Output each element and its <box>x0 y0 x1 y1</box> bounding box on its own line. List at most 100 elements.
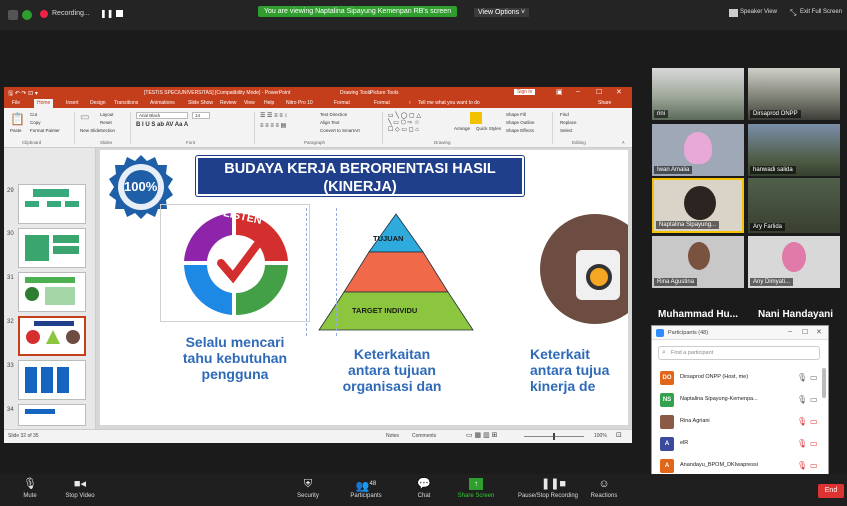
microphone-icon[interactable]: 🎙 <box>797 395 807 404</box>
font-name-select[interactable]: Arial Black <box>136 112 188 119</box>
new-slide-button[interactable]: New Slide <box>80 128 100 133</box>
zoom-level[interactable]: 100% <box>594 433 607 439</box>
shape-fill-button[interactable]: Shape Fill <box>506 112 526 117</box>
slide-thumbnail[interactable] <box>18 404 86 426</box>
tab-format-drawing[interactable]: Format <box>334 100 350 106</box>
view-options-button[interactable]: View Options ˅ <box>474 8 530 17</box>
end-meeting-button[interactable]: End <box>818 484 844 498</box>
tab-file[interactable]: File <box>12 100 20 106</box>
microphone-muted-icon[interactable]: 🎙 <box>797 439 807 448</box>
text-direction-button[interactable]: Text Direction <box>320 112 347 117</box>
tab-nitro[interactable]: Nitro Pro 10 <box>286 100 313 106</box>
arrange-button[interactable]: Arrange <box>454 126 470 131</box>
tab-design[interactable]: Design <box>90 100 106 106</box>
exit-full-screen-button[interactable]: Exit Full Screen <box>800 9 842 15</box>
shapes-gallery-icon[interactable]: ▭ ╲ ◯ ▢ △ ╲ ▭ ⬡ ⇨ ☆ ☐ ◇ ▭ ◻ ⌂ <box>388 112 421 133</box>
video-tile[interactable]: Iwan Amalia <box>652 124 744 176</box>
font-size-select[interactable]: 14 <box>192 112 210 119</box>
cut-button[interactable]: Cut <box>30 112 37 117</box>
participant-row[interactable]: A Anandayu_BPOM_DKIwapressi 🎙 ▭ <box>652 456 828 476</box>
shape-effects-button[interactable]: Shape Effects <box>506 128 534 133</box>
video-tile[interactable]: Rina Agustina <box>652 236 744 288</box>
target-pyramid[interactable]: TUJUAN TARGET INDIVIDU <box>316 212 476 332</box>
shield-icon[interactable] <box>22 10 32 20</box>
participant-row[interactable]: NS Naptalina Sipayung-Kemenpa... 🎙 ▭ <box>652 390 828 410</box>
tab-view[interactable]: View <box>244 100 255 106</box>
paragraph-icons[interactable]: ☰ ☰ ≡ ≡ ↕ <box>260 112 287 119</box>
video-tile[interactable]: Dirsaprod ONPP <box>748 68 840 120</box>
tab-slide-show[interactable]: Slide Show <box>188 100 213 106</box>
slide-thumbnail[interactable] <box>18 360 86 400</box>
reset-button[interactable]: Reset <box>100 120 112 125</box>
copy-button[interactable]: Copy <box>30 120 41 125</box>
minimize-icon[interactable]: – <box>788 328 792 335</box>
current-slide[interactable]: 100% BUDAYA KERJA BERORIENTASI HASIL (KI… <box>100 150 628 425</box>
tab-home[interactable]: Home <box>34 99 54 108</box>
find-button[interactable]: Find <box>560 112 569 117</box>
quick-styles-icon[interactable] <box>470 112 482 124</box>
layout-button[interactable]: Layout <box>100 112 114 117</box>
stop-video-button[interactable]: ■◂ Stop Video <box>50 476 110 499</box>
select-button[interactable]: Select <box>560 128 573 133</box>
speaker-view-button[interactable]: Speaker View <box>740 9 777 15</box>
quick-styles-button[interactable]: Quick Styles <box>476 126 501 131</box>
comments-button[interactable]: Comments <box>412 433 436 439</box>
video-tile[interactable]: rini <box>652 68 744 120</box>
participants-button[interactable]: 👥48 Participants <box>336 476 396 499</box>
video-tile[interactable]: Ary Farlida <box>748 178 840 233</box>
info-icon[interactable] <box>8 10 18 20</box>
close-icon[interactable]: ✕ <box>816 328 822 336</box>
paste-icon[interactable]: 📋 <box>10 112 25 126</box>
slide-thumbnail[interactable] <box>18 228 86 268</box>
slide-editing-area[interactable]: 100% BUDAYA KERJA BERORIENTASI HASIL (KI… <box>96 148 632 429</box>
pause-recording-icon[interactable]: ❚❚ <box>100 9 113 18</box>
shape-outline-button[interactable]: Shape Outline <box>506 120 535 125</box>
stop-recording-icon[interactable] <box>116 10 123 17</box>
security-button[interactable]: ⛨ Security <box>278 476 338 499</box>
video-tile[interactable]: hanwadi salida <box>748 124 840 176</box>
listen-graphic-frame[interactable]: LISTEN UNDERSTAND HEAR <box>160 204 311 322</box>
reactions-button[interactable]: ☺ Reactions <box>574 476 634 499</box>
maximize-icon[interactable]: ☐ <box>596 88 602 96</box>
video-tile-active-speaker[interactable]: Naptalina Sipayung... <box>652 178 744 233</box>
participant-row[interactable]: A elR 🎙 ▭ <box>652 434 828 454</box>
tab-review[interactable]: Review <box>220 100 236 106</box>
participant-search-input[interactable]: ⌕ Find a participant <box>658 346 820 360</box>
microphone-muted-icon[interactable]: 🎙 <box>797 417 807 426</box>
minimize-icon[interactable]: – <box>576 88 580 95</box>
participant-row[interactable]: Rina Agriani 🎙 ▭ <box>652 412 828 432</box>
tab-animations[interactable]: Animations <box>150 100 175 106</box>
new-slide-icon[interactable]: ▭ <box>80 112 89 123</box>
notes-button[interactable]: Notes <box>386 433 399 439</box>
replace-button[interactable]: Replace <box>560 120 577 125</box>
share-button[interactable]: Share <box>598 100 611 106</box>
microphone-muted-icon[interactable]: 🎙 <box>797 461 807 470</box>
convert-smartart-button[interactable]: Convert to SmartArt <box>320 128 360 133</box>
camera-off-icon[interactable]: ▭ <box>810 417 818 426</box>
collapse-ribbon-icon[interactable]: ˄ <box>622 140 625 145</box>
tab-format-picture[interactable]: Format <box>374 100 390 106</box>
tab-help[interactable]: Help <box>264 100 274 106</box>
panel-scrollbar[interactable] <box>822 368 826 398</box>
camera-off-icon[interactable]: ▭ <box>810 439 818 448</box>
paste-button[interactable]: Paste <box>10 128 22 133</box>
fit-slide-icon[interactable]: ⊡ <box>616 431 622 439</box>
tab-insert[interactable]: Insert <box>66 100 79 106</box>
ribbon-display-icon[interactable]: ▣ <box>556 88 563 96</box>
chat-button[interactable]: 💬 Chat <box>394 476 454 499</box>
font-format-icons[interactable]: B I U S ab AV Aa A <box>136 122 188 128</box>
close-icon[interactable]: ✕ <box>616 88 622 96</box>
slide-thumbnail-active[interactable] <box>18 316 86 356</box>
camera-icon[interactable]: ▭ <box>810 373 818 382</box>
slide-thumbnail[interactable] <box>18 272 86 312</box>
maximize-icon[interactable]: ☐ <box>802 328 808 336</box>
microphone-icon[interactable]: 🎙 <box>797 373 807 382</box>
align-icons[interactable]: ≡ ≡ ≡ ≡ ▤ <box>260 122 286 129</box>
slide-thumbnails-pane[interactable]: 29 30 31 32 33 34 <box>4 148 96 429</box>
slide-thumbnail[interactable] <box>18 184 86 224</box>
tab-transitions[interactable]: Transitions <box>114 100 138 106</box>
camera-off-icon[interactable]: ▭ <box>810 461 818 470</box>
view-mode-icons[interactable]: ▭ ▦ ▥ ⊞ <box>466 431 498 439</box>
share-screen-button[interactable]: ↑ Share Screen <box>446 476 506 499</box>
sign-in-button[interactable]: Sign in <box>514 89 536 95</box>
